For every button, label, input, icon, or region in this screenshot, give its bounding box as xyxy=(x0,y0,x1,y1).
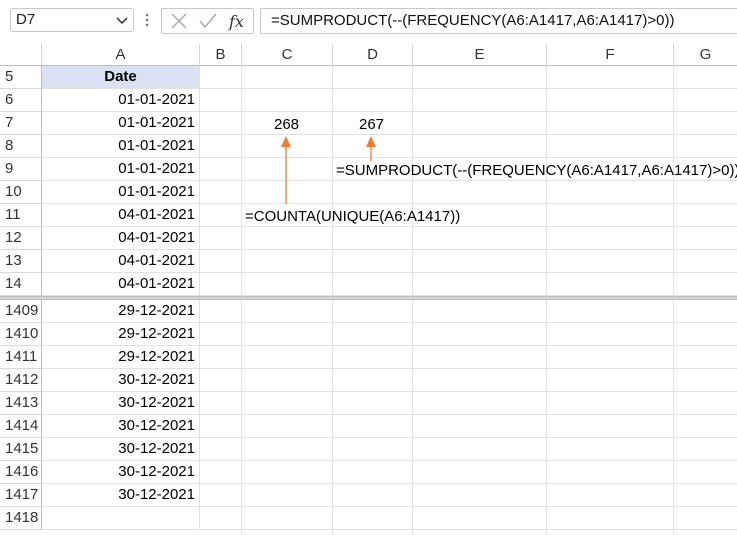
date-cell[interactable]: 30-12-2021 xyxy=(42,461,200,484)
date-cell[interactable]: 29-12-2021 xyxy=(42,346,200,369)
svg-text:fx: fx xyxy=(228,12,244,31)
date-cell[interactable]: 30-12-2021 xyxy=(42,484,200,507)
column-header-e[interactable]: E xyxy=(413,44,547,66)
row-header[interactable]: 12 xyxy=(0,227,42,250)
formula-input[interactable]: =SUMPRODUCT(--(FREQUENCY(A6:A1417,A6:A14… xyxy=(260,8,737,34)
row-header[interactable]: 7 xyxy=(0,112,42,135)
column-header-c[interactable]: C xyxy=(242,44,333,66)
date-cell[interactable]: 01-01-2021 xyxy=(42,158,200,181)
formula-bar: D7 fx =SUMPRODUCT(--(FREQUENCY(A6:A1417,… xyxy=(0,0,737,44)
column-header-f[interactable]: F xyxy=(547,44,674,66)
row-header[interactable]: 13 xyxy=(0,250,42,273)
row-header[interactable]: 1409 xyxy=(0,300,42,323)
sumproduct-annotation: =SUMPRODUCT(--(FREQUENCY(A6:A1417,A6:A14… xyxy=(336,162,737,179)
row-header[interactable]: 5 xyxy=(0,66,42,89)
cell-c7-value[interactable]: 268 xyxy=(274,116,299,134)
arrow-to-c7 xyxy=(281,136,291,204)
row-header[interactable]: 14 xyxy=(0,273,42,296)
date-cell[interactable]: 01-01-2021 xyxy=(42,89,200,112)
row-header[interactable]: 1410 xyxy=(0,323,42,346)
date-cell[interactable]: 01-01-2021 xyxy=(42,135,200,158)
column-header-a[interactable]: A xyxy=(42,44,200,66)
row-header[interactable]: 1417 xyxy=(0,484,42,507)
date-cell[interactable]: 01-01-2021 xyxy=(42,112,200,135)
header-cell-date[interactable]: Date xyxy=(42,66,200,89)
date-cell[interactable] xyxy=(42,507,200,530)
row-header[interactable]: 1413 xyxy=(0,392,42,415)
formula-text: =SUMPRODUCT(--(FREQUENCY(A6:A1417,A6:A14… xyxy=(271,12,675,29)
row-header[interactable]: 1414 xyxy=(0,415,42,438)
date-cell[interactable]: 04-01-2021 xyxy=(42,273,200,296)
arrow-to-d7 xyxy=(366,136,376,161)
date-cell[interactable]: 30-12-2021 xyxy=(42,415,200,438)
date-cell[interactable]: 01-01-2021 xyxy=(42,181,200,204)
row-header[interactable]: 1418 xyxy=(0,507,42,530)
counta-annotation: =COUNTA(UNIQUE(A6:A1417)) xyxy=(245,208,461,225)
name-box[interactable]: D7 xyxy=(10,8,134,32)
row-header[interactable]: 1416 xyxy=(0,461,42,484)
date-cell[interactable]: 04-01-2021 xyxy=(42,227,200,250)
name-box-value: D7 xyxy=(16,11,36,28)
date-cell[interactable]: 30-12-2021 xyxy=(42,392,200,415)
column-header-g[interactable]: G xyxy=(674,44,737,66)
row-header[interactable]: 10 xyxy=(0,181,42,204)
date-cell[interactable]: 29-12-2021 xyxy=(42,300,200,323)
row-header[interactable]: 1412 xyxy=(0,369,42,392)
column-header-b[interactable]: B xyxy=(200,44,242,66)
row-header[interactable]: 6 xyxy=(0,89,42,112)
date-cell[interactable]: 29-12-2021 xyxy=(42,323,200,346)
row-header[interactable]: 1415 xyxy=(0,438,42,461)
insert-function-icon[interactable]: fx xyxy=(228,12,250,32)
select-all-corner[interactable] xyxy=(0,44,42,66)
row-header[interactable]: 1411 xyxy=(0,346,42,369)
column-header-d[interactable]: D xyxy=(333,44,413,66)
row-header[interactable]: 8 xyxy=(0,135,42,158)
more-options-icon[interactable] xyxy=(144,12,150,28)
chevron-down-icon[interactable] xyxy=(115,13,129,27)
enter-icon[interactable] xyxy=(198,12,218,30)
row-header[interactable]: 11 xyxy=(0,204,42,227)
cell-d7-value[interactable]: 267 xyxy=(359,116,384,134)
cancel-icon[interactable] xyxy=(170,12,188,30)
date-cell[interactable]: 30-12-2021 xyxy=(42,369,200,392)
date-cell[interactable]: 04-01-2021 xyxy=(42,250,200,273)
date-cell[interactable]: 30-12-2021 xyxy=(42,438,200,461)
date-cell[interactable]: 04-01-2021 xyxy=(42,204,200,227)
row-header[interactable]: 9 xyxy=(0,158,42,181)
formula-buttons: fx xyxy=(161,8,254,34)
